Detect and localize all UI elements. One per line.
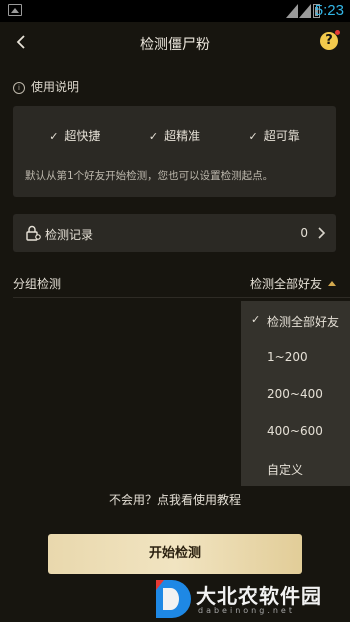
instructions-card: ✓ 超快捷 ✓ 超精准 ✓ 超可靠 默认从第1个好友开始检测，您也可以设置检测起点。 xyxy=(13,106,336,197)
tutorial-link[interactable]: 不会用？点我看使用教程 xyxy=(0,491,350,508)
page-title: 检测僵尸粉 xyxy=(140,37,210,53)
help-button[interactable]: ? xyxy=(320,30,340,50)
chevron-right-icon xyxy=(318,227,326,239)
status-bar: 5:23 xyxy=(0,0,350,22)
check-icon: ✓ xyxy=(148,130,159,143)
image-notification-icon xyxy=(8,4,22,16)
feature-list: ✓ 超快捷 ✓ 超精准 ✓ 超可靠 xyxy=(13,127,336,144)
status-time: 5:23 xyxy=(314,2,344,19)
selected-check-icon: ✓ xyxy=(251,313,261,326)
dropdown-option-all[interactable]: ✓ 检测全部好友 xyxy=(241,301,350,338)
instructions-title: 使用说明 xyxy=(31,80,80,94)
dropdown-option-1-200[interactable]: 1~200 xyxy=(241,338,350,375)
record-count: 0 xyxy=(300,226,308,240)
group-dropdown-menu: ✓ 检测全部好友 1~200 200~400 400~600 自定义 xyxy=(241,301,350,486)
record-label: 检测记录 xyxy=(45,228,94,242)
group-detection-label: 分组检测 xyxy=(13,277,62,291)
dropdown-option-custom[interactable]: 自定义 xyxy=(241,449,350,486)
dropdown-option-400-600[interactable]: 400~600 xyxy=(241,412,350,449)
watermark-logo-icon xyxy=(156,580,191,618)
detection-record-row[interactable]: 检测记录 0 xyxy=(13,214,336,252)
help-icon: ? xyxy=(325,33,333,48)
feature-item: ✓ 超可靠 xyxy=(248,129,300,143)
watermark-url: dabeinong.net xyxy=(198,606,295,615)
feature-item: ✓ 超精准 xyxy=(148,129,201,143)
notification-dot xyxy=(335,30,340,35)
info-icon: i xyxy=(13,82,25,94)
watermark-text: 大北农软件园 xyxy=(196,584,322,608)
divider xyxy=(13,297,350,298)
dropdown-option-200-400[interactable]: 200~400 xyxy=(241,375,350,412)
record-lock-icon xyxy=(26,225,41,241)
start-detection-button[interactable]: 开始检测 xyxy=(48,534,302,574)
watermark: 大北农软件园 dabeinong.net xyxy=(152,576,350,622)
wifi-icon xyxy=(286,4,298,18)
check-icon: ✓ xyxy=(49,130,59,143)
signal-icon xyxy=(299,4,311,18)
caret-up-icon xyxy=(328,281,336,286)
group-select[interactable]: 检测全部好友 xyxy=(250,275,336,292)
instructions-description: 默认从第1个好友开始检测，您也可以设置检测起点。 xyxy=(25,170,274,182)
nav-bar: 检测僵尸粉 ? xyxy=(0,22,350,64)
check-icon: ✓ xyxy=(248,130,258,143)
feature-item: ✓ 超快捷 xyxy=(49,129,101,143)
instructions-heading: i 使用说明 xyxy=(13,78,79,94)
group-select-value: 检测全部好友 xyxy=(249,277,322,291)
